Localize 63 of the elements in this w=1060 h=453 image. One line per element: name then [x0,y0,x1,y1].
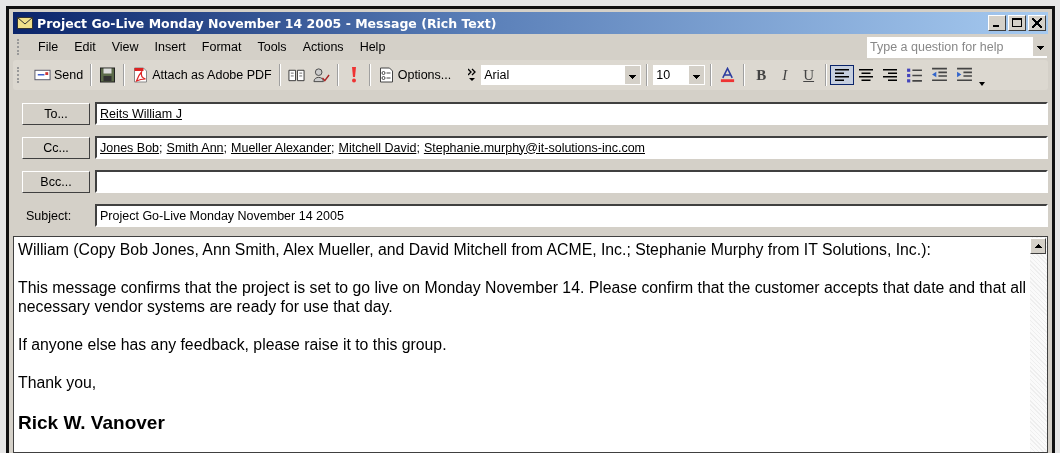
envelope-icon [17,17,33,29]
font-color-icon [719,67,737,83]
scroll-up-button[interactable] [1030,238,1046,254]
bullet-list-icon [906,67,924,83]
dropdown-arrow-button[interactable] [1033,36,1047,56]
dropdown-arrow-button[interactable] [689,66,705,84]
toolbar-button[interactable]: Attach as Adobe PDF [128,65,276,85]
subject-field[interactable]: Project Go-Live Monday November 14 2005 [95,204,1048,227]
format-button[interactable]: I [774,65,796,85]
envelope-icon [34,67,51,83]
address-button[interactable]: Cc... [22,136,90,159]
toolbar-button[interactable]: Send [30,65,88,85]
separator-text: ; [416,140,420,155]
separator-text: ; [331,140,335,155]
format-button[interactable]: B [748,65,775,85]
recipient-name[interactable]: Reits William J [100,106,182,121]
address-book-icon [287,67,305,83]
menu-item[interactable]: Format [193,40,250,54]
menu-item[interactable]: File [30,40,67,54]
minimize-button[interactable] [988,15,1006,31]
align-center-icon [859,69,874,81]
recipients-field[interactable]: Jones Bob; Smith Ann; Mueller Alexander; Mitchell David; Stephanie.murphy@it-solutions-inc.com [95,136,1048,159]
address-button[interactable]: To... [22,102,90,125]
dropdown-field[interactable]: Arial [481,65,642,85]
recipients-field[interactable] [95,170,1048,193]
dropdown-arrow-button[interactable] [625,66,641,84]
exclamation-icon [350,67,357,83]
person-check-icon [312,67,330,83]
signature-text: Rick W. Vanover [18,411,166,435]
menu-item[interactable]: Tools [249,40,295,54]
window-title: Project Go-Live Monday November 14 2005 - Message (Rich Text) [37,15,498,31]
pdf-document-icon [132,67,150,83]
toolbar-button[interactable]: Options... [373,65,456,85]
body-paragraph: If anyone else has any feedback, please raise it to this group. [18,335,448,354]
separator-text: ; [159,140,163,155]
increase-indent-icon [956,67,974,83]
separator-text: ; [223,140,228,155]
recipient-name[interactable]: Stephanie.murphy@it-solutions-inc.com [423,140,645,155]
menu-item[interactable]: Actions [294,40,352,54]
format-button[interactable]: U [795,65,823,85]
recipient-name[interactable]: Smith Ann [166,140,224,155]
menu-item[interactable]: Edit [66,40,104,54]
scrollbar[interactable] [1030,237,1047,452]
field-label: Subject: [25,207,73,225]
maximize-button[interactable] [1008,15,1026,31]
align-left-icon [835,69,850,81]
body-paragraph: Thank you, [18,373,98,392]
body-paragraph: William (Copy Bob Jones, Ann Smith, Alex Mueller, and David Mitchell from ACME, Inc.; Stephanie Murphy from IT Solutions, Inc.): [18,240,932,259]
subject-text: Project Go-Live Monday November 14 2005 [100,208,344,223]
align-right-icon [883,69,898,81]
body-paragraph: This message confirms that the project is set to go live on Monday November 14. Please confirm that the customer accepts that date and that all necessary vendor systems are ready for use that day. [18,278,1026,316]
help-search-field[interactable]: Type a question for help [866,35,1048,59]
align-button[interactable] [830,65,855,85]
document-list-icon [377,67,395,83]
recipients-field[interactable]: Reits William J [95,102,1048,125]
toolbar-options-button[interactable] [977,81,988,87]
dropdown-field[interactable]: 10 [653,65,706,85]
close-button[interactable] [1028,15,1046,31]
decrease-indent-icon [931,67,949,83]
menu-item[interactable]: Insert [146,40,194,54]
address-button[interactable]: Bcc... [22,170,90,193]
menu-item[interactable]: View [103,40,147,54]
menu-item[interactable]: Help [351,40,394,54]
